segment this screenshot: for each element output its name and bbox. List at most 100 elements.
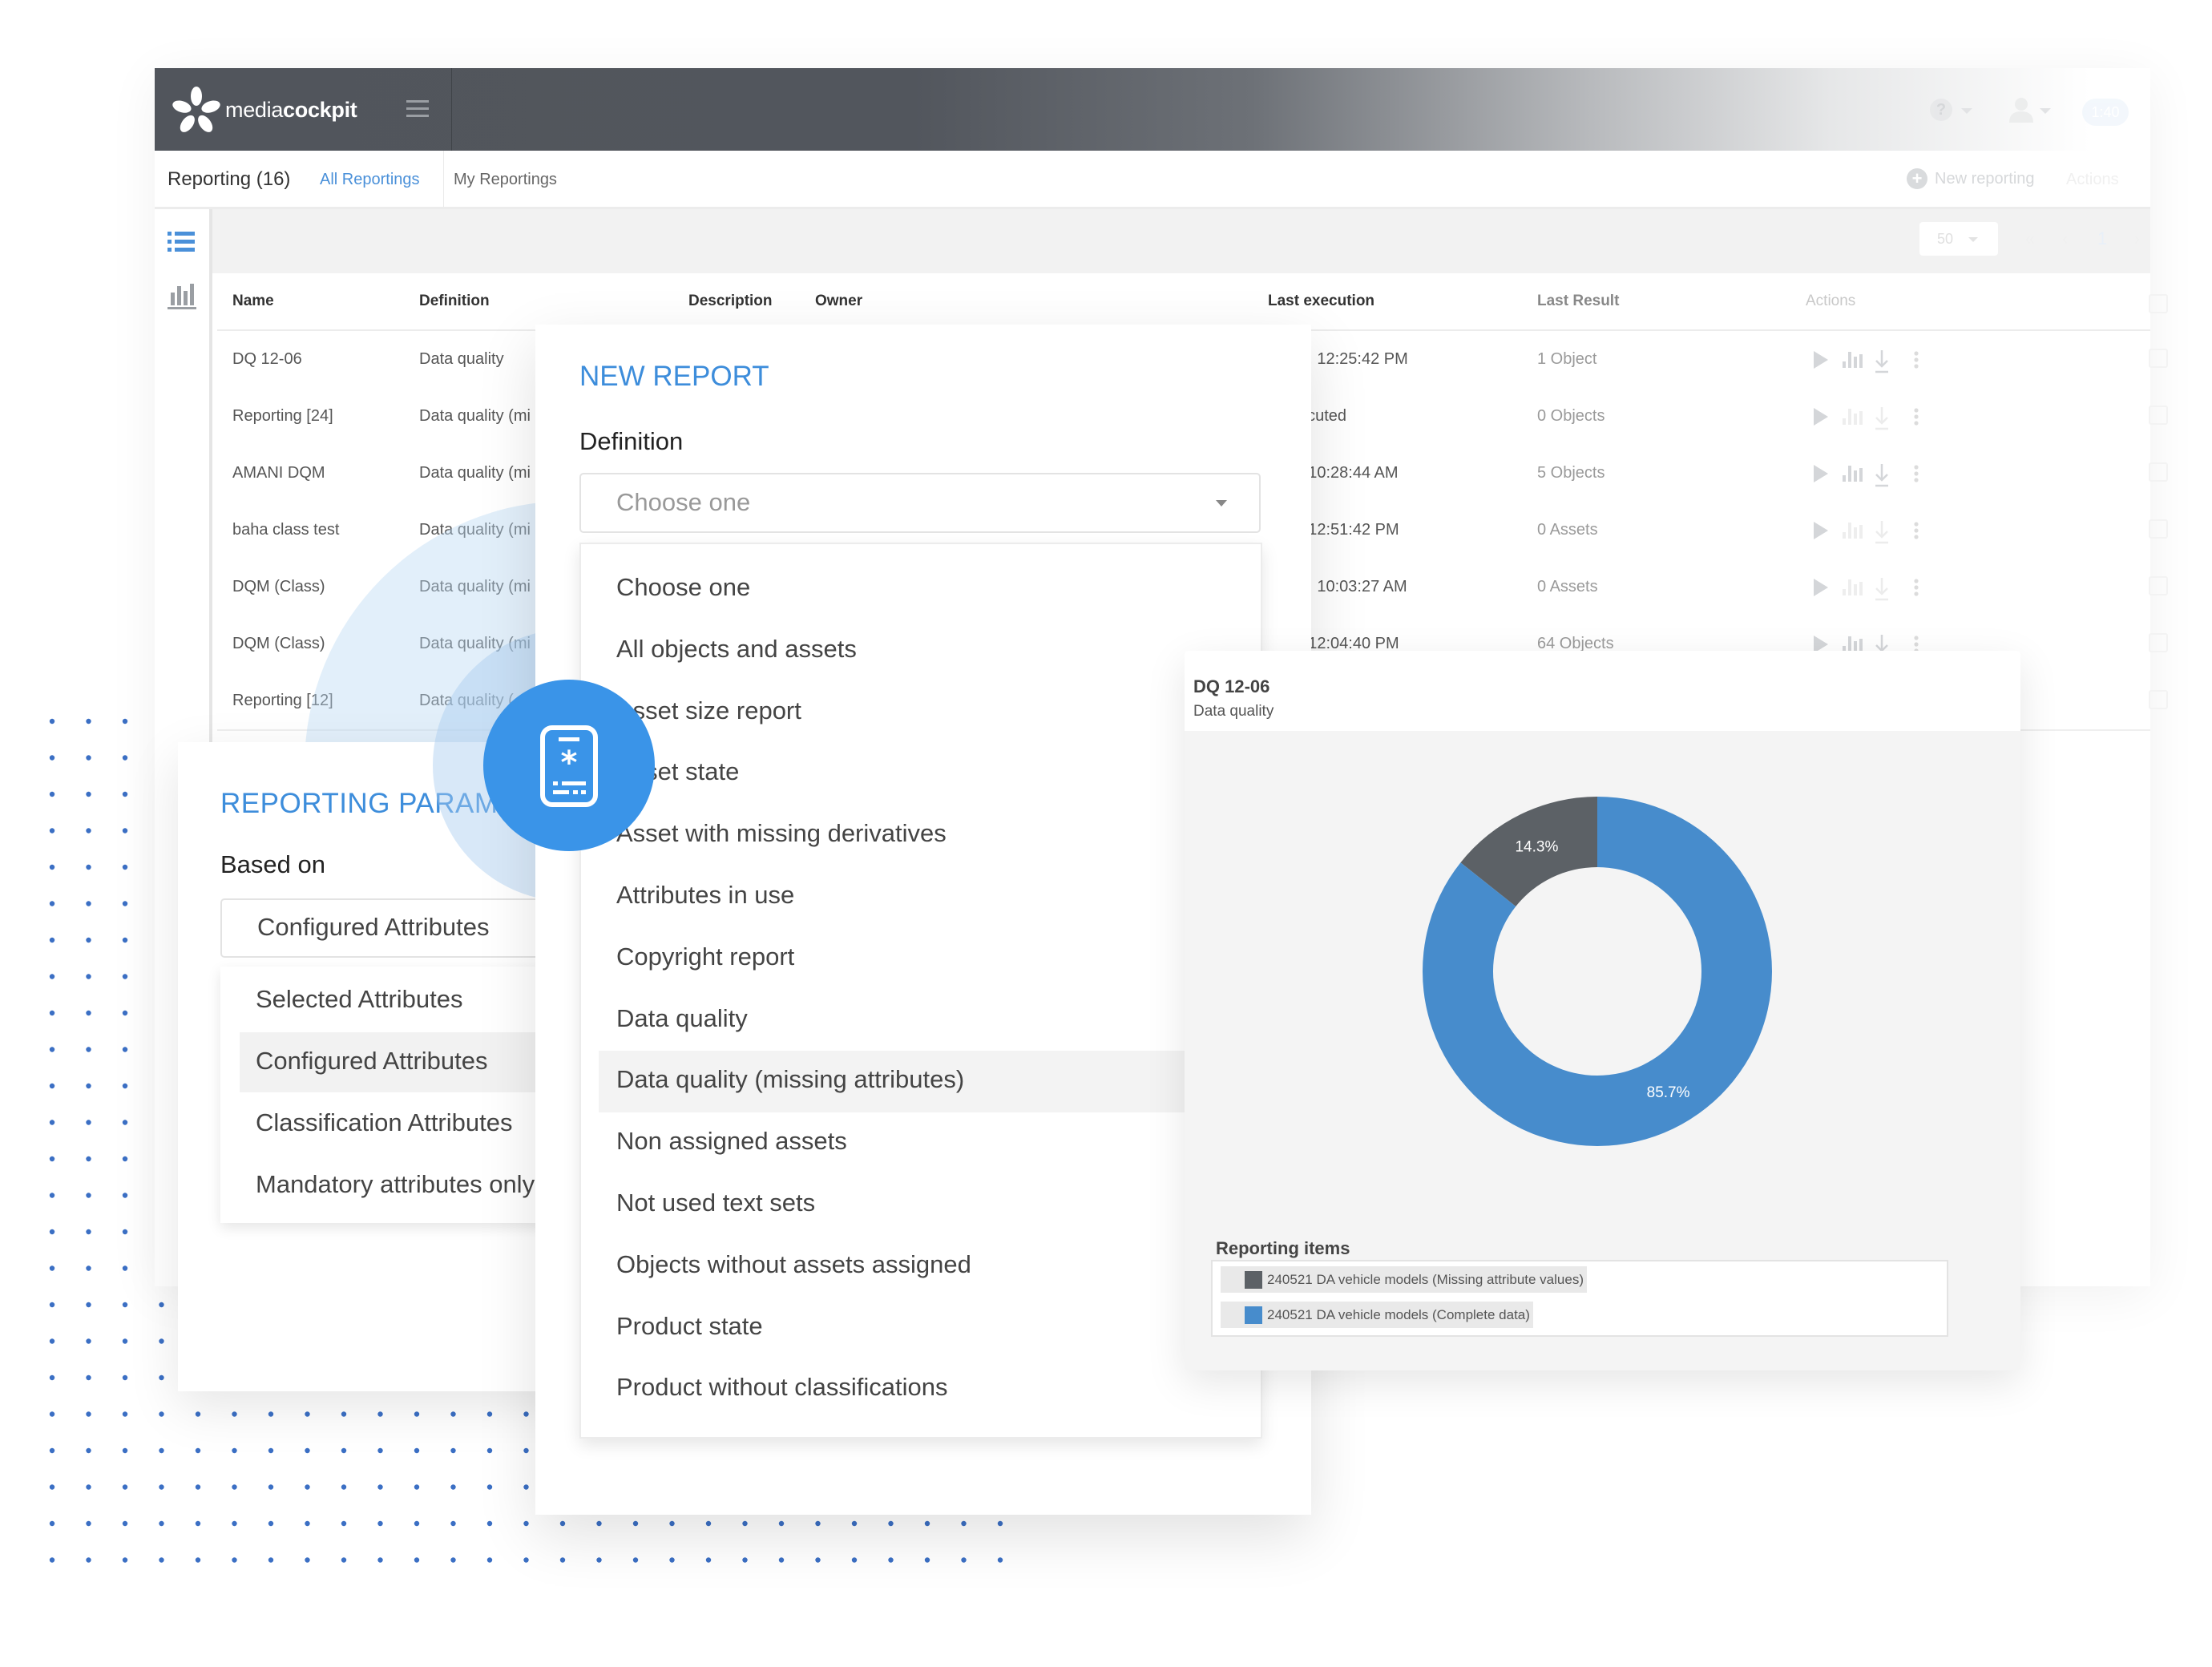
definition-option[interactable]: Attributes in use: [581, 866, 1262, 928]
row-checkbox[interactable]: [2149, 690, 2168, 709]
row-checkbox[interactable]: [2149, 462, 2168, 482]
column-header-name[interactable]: Name: [232, 293, 274, 310]
user-icon[interactable]: [2008, 97, 2035, 123]
select-all-checkbox[interactable]: [2149, 294, 2168, 313]
divider: [443, 151, 444, 207]
grid-dot: [122, 1338, 128, 1344]
grid-dot: [232, 1447, 237, 1454]
definition-option-highlighted[interactable]: Data quality (missing attributes): [599, 1051, 1208, 1113]
grid-dot: [49, 828, 55, 834]
grid-dot: [632, 1520, 639, 1527]
row-checkbox[interactable]: [2149, 406, 2168, 425]
grid-dot: [268, 1411, 274, 1417]
grid-dot: [305, 1557, 310, 1563]
grid-dot: [195, 1484, 201, 1490]
definition-options: Choose one All objects and assets Asset si…: [579, 543, 1262, 1439]
chevron-down-icon[interactable]: [2040, 108, 2051, 114]
grid-dot: [450, 1484, 456, 1490]
grid-dot: [86, 1229, 91, 1235]
grid-dot: [341, 1520, 347, 1527]
row-actions: [1814, 407, 1919, 430]
legend-item[interactable]: 240521 DA vehicle models (Complete data): [1221, 1302, 1533, 1328]
chart-title: DQ 12-06: [1193, 676, 1270, 696]
definition-option[interactable]: Product without classifications: [581, 1358, 1262, 1420]
column-header-description[interactable]: Description: [688, 293, 773, 310]
definition-label: Definition: [579, 427, 684, 455]
grid-dot: [86, 937, 91, 943]
column-header-definition[interactable]: Definition: [419, 293, 490, 310]
grid-dot: [86, 1484, 91, 1490]
grid-dot: [49, 1374, 55, 1381]
grid-dot: [86, 974, 91, 979]
legend-item[interactable]: 240521 DA vehicle models (Missing attrib…: [1221, 1266, 1587, 1293]
definition-option[interactable]: Asset size report: [581, 682, 1262, 744]
row-checkbox[interactable]: [2149, 633, 2168, 652]
help-icon[interactable]: ?: [1930, 99, 1952, 121]
chevron-down-icon[interactable]: [1961, 108, 1972, 114]
row-checkbox[interactable]: [2149, 519, 2168, 539]
definition-option[interactable]: Asset state: [581, 743, 1262, 805]
grid-dot: [232, 1411, 237, 1417]
legend-label: 240521 DA vehicle models (Complete data): [1267, 1306, 1530, 1322]
grid-dot: [122, 755, 128, 761]
definition-option[interactable]: Objects without assets assigned: [581, 1236, 1262, 1298]
row-actions-cell[interactable]: [1812, 518, 1932, 549]
definition-option[interactable]: Choose one: [581, 559, 1262, 620]
column-header-last-execution[interactable]: Last execution: [1268, 293, 1374, 310]
chart-icon: [1843, 409, 1863, 425]
grid-dot: [341, 1447, 347, 1454]
definition-select[interactable]: Choose one: [579, 473, 1261, 533]
grid-dot: [195, 1520, 201, 1527]
definition-option[interactable]: Not used text sets: [581, 1174, 1262, 1236]
list-view-icon[interactable]: [168, 230, 195, 252]
grid-dot: [86, 718, 91, 725]
row-actions-cell[interactable]: [1812, 347, 1932, 378]
current-page[interactable]: 1: [2097, 228, 2107, 249]
chart-view-icon[interactable]: [168, 283, 196, 310]
definition-option[interactable]: Product state: [581, 1298, 1262, 1359]
run-icon: [1814, 351, 1828, 369]
next-page-icon[interactable]: ›: [2134, 228, 2140, 249]
donut-chart: 14.3% 85.7%: [1423, 797, 1772, 1146]
grid-dot: [341, 1484, 347, 1490]
logo[interactable]: mediacockpit: [172, 86, 357, 134]
definition-option[interactable]: All objects and assets: [581, 620, 1262, 682]
actions-menu-button[interactable]: Actions: [2066, 171, 2119, 189]
grid-dot: [122, 1411, 128, 1417]
row-actions-cell[interactable]: [1812, 575, 1932, 606]
column-header-last-result[interactable]: Last Result: [1537, 293, 1619, 310]
grid-dot: [377, 1411, 383, 1417]
per-page-select[interactable]: 50: [1919, 222, 1998, 256]
tab-my-reportings[interactable]: My Reportings: [454, 171, 557, 189]
first-page-icon[interactable]: «: [2025, 228, 2035, 249]
row-actions-cell[interactable]: [1812, 404, 1932, 435]
new-reporting-button[interactable]: + New reporting: [1907, 168, 2035, 189]
grid-dot: [268, 1484, 274, 1490]
definition-option[interactable]: Data quality: [581, 990, 1262, 1051]
tab-all-reportings[interactable]: All Reportings: [320, 171, 420, 189]
cell-definition: Data quality (mi: [419, 464, 531, 482]
cell-last-result: 0 Assets: [1537, 578, 1598, 595]
menu-icon[interactable]: [406, 100, 429, 118]
grid-dot: [122, 1120, 128, 1125]
grid-dot: [86, 1120, 91, 1125]
row-actions-cell[interactable]: [1812, 461, 1932, 492]
definition-option[interactable]: Copyright report: [581, 928, 1262, 990]
prev-page-icon[interactable]: ‹: [2062, 228, 2068, 249]
new-reporting-label: New reporting: [1935, 169, 2035, 188]
grid-dot: [669, 1520, 675, 1527]
definition-option[interactable]: Asset with missing derivatives: [581, 805, 1262, 866]
row-checkbox[interactable]: [2149, 576, 2168, 595]
grid-dot: [49, 864, 55, 870]
grid-dot: [49, 1010, 55, 1016]
grid-dot: [122, 937, 128, 943]
grid-dot: [195, 1557, 201, 1563]
option-label: Selected Attributes: [256, 985, 463, 1013]
grid-dot: [268, 1447, 274, 1454]
row-checkbox[interactable]: [2149, 349, 2168, 368]
definition-option[interactable]: Non assigned assets: [581, 1112, 1262, 1174]
grid-dot: [159, 1484, 164, 1490]
column-header-owner[interactable]: Owner: [815, 293, 862, 310]
grid-dot: [232, 1484, 237, 1490]
grid-dot: [49, 1484, 55, 1490]
